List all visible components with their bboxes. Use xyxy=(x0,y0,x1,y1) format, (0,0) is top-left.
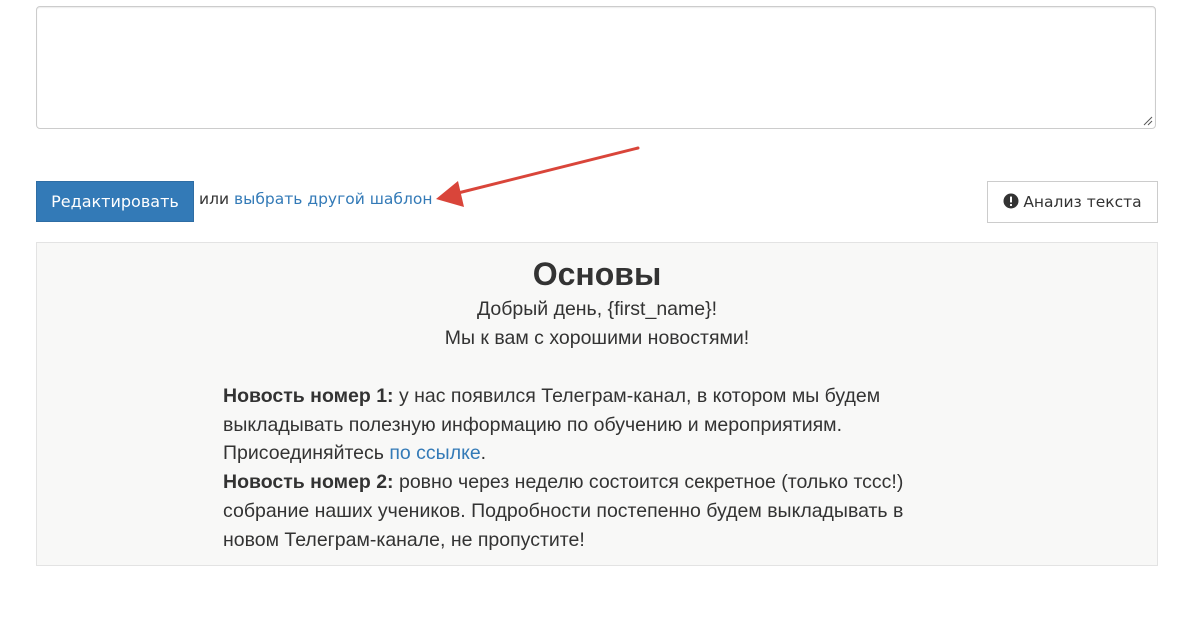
news-1-text-b: выкладывать полезную информацию по обуче… xyxy=(223,413,843,436)
news-2-text-c: новом Телеграм-канале, не пропустите! xyxy=(223,528,585,551)
text-analysis-label: Анализ текста xyxy=(1023,193,1142,211)
news-1-text-d: . xyxy=(480,442,487,465)
email-preview: Основы Добрый день, {first_name}! Мы к в… xyxy=(36,242,1158,566)
news-2: Новость номер 2: ровно через неделю сост… xyxy=(223,468,983,554)
news-1-label: Новость номер 1: xyxy=(223,385,394,407)
news-1: Новость номер 1: у нас появился Телеграм… xyxy=(223,382,983,468)
email-editor-page: Редактировать или выбрать другой шаблон … xyxy=(0,0,1186,634)
news-2-label: Новость номер 2: xyxy=(223,471,394,494)
news-1-text-c: Присоединяйтесь xyxy=(223,442,390,465)
exclamation-circle-icon xyxy=(1003,193,1019,209)
text-analysis-button[interactable]: Анализ текста xyxy=(987,181,1158,223)
news-1-link[interactable]: по ссылке xyxy=(389,442,480,464)
news-block: Новость номер 1: у нас появился Телеграм… xyxy=(223,382,983,554)
news-2-text-a: ровно через неделю состоится секретное (… xyxy=(393,471,904,494)
preview-subgreeting: Мы к вам с хорошими новостями! xyxy=(444,327,750,349)
news-2-text-b: собрание наших учеников. Подробности пос… xyxy=(223,499,904,522)
edit-button[interactable]: Редактировать xyxy=(36,181,194,222)
preview-greeting: Добрый день, {first_name}! xyxy=(476,298,718,320)
news-1-text-a: у нас появился Телеграм-канал, в котором… xyxy=(393,385,881,407)
choose-template-line: или выбрать другой шаблон xyxy=(199,190,432,208)
choose-template-link[interactable]: выбрать другой шаблон xyxy=(234,190,432,208)
or-text: или xyxy=(199,190,230,208)
preview-title: Основы xyxy=(532,256,662,292)
message-textarea[interactable] xyxy=(36,6,1156,129)
resize-handle-icon[interactable] xyxy=(1141,114,1153,126)
